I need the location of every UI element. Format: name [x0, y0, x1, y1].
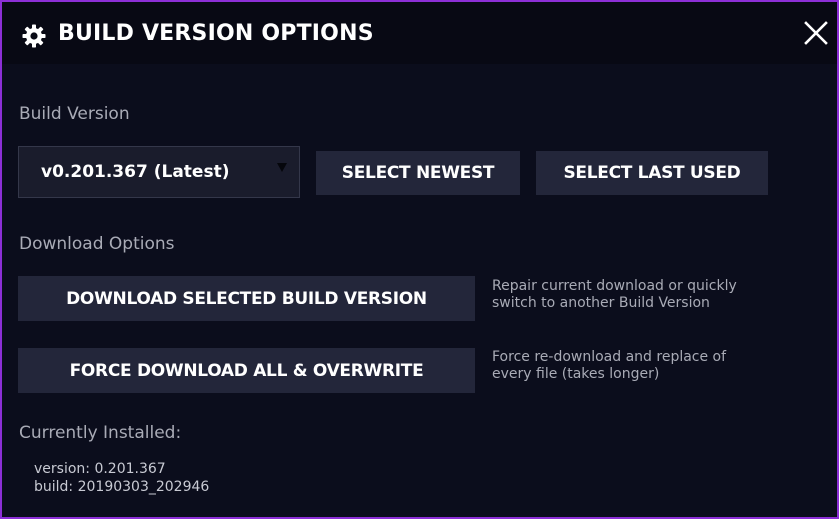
installed-version: version: 0.201.367	[34, 461, 166, 477]
force-download-description-line: every file (takes longer)	[492, 366, 660, 382]
build-version-selected-value: v0.201.367 (Latest)	[41, 162, 230, 182]
download-options-label: Download Options	[19, 234, 175, 254]
select-last-used-button[interactable]: SELECT LAST USED	[536, 151, 768, 195]
build-version-label: Build Version	[19, 104, 130, 124]
force-download-description: Force re-download and replace of every f…	[492, 349, 822, 383]
download-selected-description-line: switch to another Build Version	[492, 295, 710, 311]
chevron-down-icon	[277, 163, 287, 172]
force-download-description-line: Force re-download and replace of	[492, 349, 727, 365]
force-download-button[interactable]: FORCE DOWNLOAD ALL & OVERWRITE	[18, 348, 475, 393]
build-version-select[interactable]: v0.201.367 (Latest)	[18, 146, 300, 198]
gear-icon	[22, 24, 46, 48]
close-icon[interactable]	[803, 20, 829, 46]
build-version-dialog: BUILD VERSION OPTIONS Build Version v0.2…	[2, 2, 837, 517]
download-selected-description-line: Repair current download or quickly	[492, 278, 737, 294]
installed-build: build: 20190303_202946	[34, 479, 210, 495]
currently-installed-label: Currently Installed:	[19, 423, 182, 443]
select-newest-button[interactable]: SELECT NEWEST	[316, 151, 520, 195]
installed-info: version: 0.201.367 build: 20190303_20294…	[34, 460, 209, 496]
download-selected-description: Repair current download or quickly switc…	[492, 278, 822, 312]
title-bar: BUILD VERSION OPTIONS	[2, 2, 837, 64]
dialog-title: BUILD VERSION OPTIONS	[58, 21, 374, 46]
download-selected-build-button[interactable]: DOWNLOAD SELECTED BUILD VERSION	[18, 276, 475, 321]
